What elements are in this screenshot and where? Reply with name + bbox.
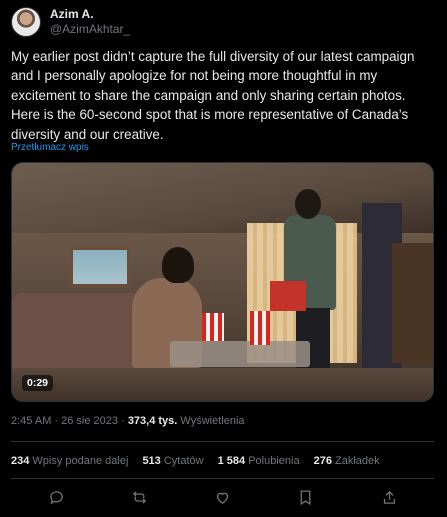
video-frame-window xyxy=(70,247,130,287)
video-frame-shelf xyxy=(392,243,433,363)
reply-icon[interactable] xyxy=(47,488,65,506)
meta-separator: · xyxy=(51,415,62,427)
tweet-date[interactable]: 26 sie 2023 xyxy=(61,415,118,427)
video-frame-table xyxy=(170,341,310,367)
repost-icon[interactable] xyxy=(130,488,148,506)
stat-quotes[interactable]: 513 Cytatów xyxy=(142,455,203,467)
divider xyxy=(11,441,434,442)
video-frame-box xyxy=(270,281,306,311)
views-label: Wyświetlenia xyxy=(177,415,245,427)
video-frame-bucket xyxy=(202,313,224,341)
display-name[interactable]: Azim A. xyxy=(50,7,130,22)
video-frame-sofa xyxy=(12,293,147,373)
like-icon[interactable] xyxy=(214,488,232,506)
author-names: Azim A. @AzimAkhtar_ xyxy=(50,7,130,37)
handle[interactable]: @AzimAkhtar_ xyxy=(50,22,130,37)
bookmark-icon[interactable] xyxy=(297,488,315,506)
engagement-stats: 234 Wpisy podane dalej 513 Cytatów 1 584… xyxy=(11,455,380,467)
avatar[interactable] xyxy=(11,7,41,37)
divider xyxy=(11,478,434,479)
video-frame-woman-hair xyxy=(162,247,194,283)
video-frame-floor xyxy=(12,368,433,401)
tweet-time[interactable]: 2:45 AM xyxy=(11,415,51,427)
share-icon[interactable] xyxy=(380,488,398,506)
video-frame-bucket xyxy=(250,311,270,345)
video-player[interactable]: 0:29 xyxy=(11,162,434,402)
stat-likes[interactable]: 1 584 Polubienia xyxy=(218,455,300,467)
tweet: Azim A. @AzimAkhtar_ My earlier post did… xyxy=(0,0,447,517)
tweet-header: Azim A. @AzimAkhtar_ xyxy=(11,6,130,38)
views-count: 373,4 tys. xyxy=(127,415,178,427)
tweet-meta: 2:45 AM · 26 sie 2023 · 373,4 tys. Wyświ… xyxy=(11,415,245,427)
stat-reposts[interactable]: 234 Wpisy podane dalej xyxy=(11,455,128,467)
translate-link[interactable]: Przetłumacz wpis xyxy=(11,142,89,153)
meta-separator: · xyxy=(118,415,128,427)
video-frame-man-head xyxy=(295,189,321,219)
stat-bookmarks[interactable]: 276 Zakładek xyxy=(314,455,380,467)
video-duration-badge: 0:29 xyxy=(22,375,54,391)
action-bar xyxy=(11,488,434,506)
tweet-text: My earlier post didn’t capture the full … xyxy=(11,49,415,142)
